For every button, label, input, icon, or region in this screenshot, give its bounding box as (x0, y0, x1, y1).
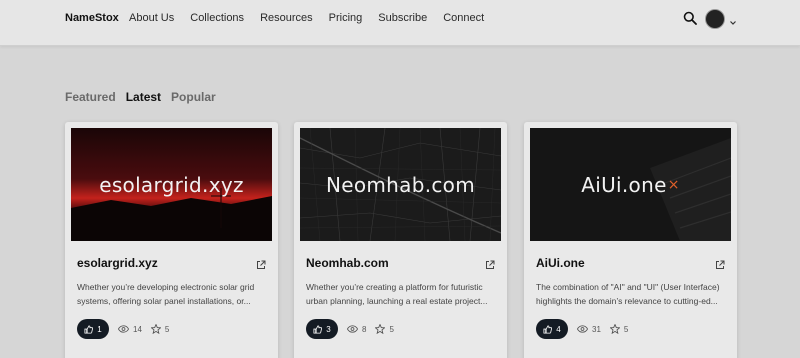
card-title[interactable]: Neomhab.com (306, 256, 389, 270)
external-link-icon[interactable] (256, 257, 266, 269)
card-footer: 3 8 5 (306, 319, 394, 339)
stars-count: 5 (623, 324, 629, 334)
card-image[interactable]: AiUi.one × (530, 128, 731, 241)
thumbs-up-icon (84, 324, 94, 334)
stars-count: 5 (389, 324, 394, 334)
top-navbar: NameStox About Us Collections Resources … (0, 0, 800, 46)
card-footer: 4 31 5 (536, 319, 628, 339)
nav-link-subscribe[interactable]: Subscribe (378, 12, 427, 24)
nav-link-connect[interactable]: Connect (443, 12, 484, 24)
like-button[interactable]: 1 (77, 319, 109, 339)
like-button[interactable]: 4 (536, 319, 568, 339)
external-link-icon[interactable] (715, 257, 725, 269)
eye-icon (577, 325, 588, 333)
like-count: 4 (556, 324, 561, 334)
like-count: 1 (97, 324, 102, 334)
views-stat: 31 (577, 325, 601, 334)
like-button[interactable]: 3 (306, 319, 338, 339)
domain-card[interactable]: AiUi.one × AiUi.one The combination of "A… (524, 122, 737, 358)
user-avatar[interactable] (705, 9, 725, 29)
external-link-icon[interactable] (485, 257, 495, 269)
domain-card[interactable]: esolargrid.xyz esolargrid.xyz Whether yo… (65, 122, 278, 358)
like-count: 3 (326, 324, 331, 334)
star-icon (150, 324, 161, 334)
views-stat: 8 (347, 325, 366, 334)
nav-link-about-us[interactable]: About Us (129, 12, 174, 24)
nav-link-pricing[interactable]: Pricing (329, 12, 363, 24)
tab-popular[interactable]: Popular (171, 90, 216, 104)
card-image[interactable]: Neomhab.com (300, 128, 501, 241)
views-count: 8 (362, 324, 367, 334)
card-image-text: esolargrid.xyz (99, 172, 244, 197)
views-count: 14 (133, 324, 142, 334)
accent-x-mark: × (667, 176, 680, 193)
card-description: The combination of "AI" and "UI" (User I… (536, 282, 720, 306)
card-description: Whether you’re developing electronic sol… (77, 282, 255, 306)
views-stat: 14 (118, 325, 142, 334)
brand-logo[interactable]: NameStox (65, 12, 119, 24)
stars-stat[interactable]: 5 (609, 324, 629, 334)
thumbs-up-icon (313, 324, 323, 334)
eye-icon (118, 325, 129, 333)
card-image-text: Neomhab.com (326, 172, 475, 197)
star-icon (609, 324, 620, 334)
card-description: Whether you’re creating a platform for f… (306, 282, 488, 306)
stars-stat[interactable]: 5 (375, 324, 394, 334)
card-footer: 1 14 5 (77, 319, 169, 339)
card-image-text: AiUi.one × (581, 172, 680, 197)
search-icon[interactable] (683, 11, 697, 25)
chevron-down-icon[interactable] (729, 14, 737, 25)
eye-icon (347, 325, 358, 333)
nav-link-resources[interactable]: Resources (260, 12, 313, 24)
stars-count: 5 (164, 324, 170, 334)
star-icon (375, 324, 386, 334)
card-image[interactable]: esolargrid.xyz (71, 128, 272, 241)
nav-links: About Us Collections Resources Pricing S… (129, 12, 500, 24)
views-count: 31 (592, 324, 601, 334)
domain-card[interactable]: Neomhab.com Neomhab.com Whether you’re c… (294, 122, 507, 358)
feed-tabs: Featured Latest Popular (65, 90, 226, 104)
card-title[interactable]: AiUi.one (536, 256, 585, 270)
thumbs-up-icon (543, 324, 553, 334)
tab-latest[interactable]: Latest (126, 90, 161, 104)
tab-featured[interactable]: Featured (65, 90, 116, 104)
nav-link-collections[interactable]: Collections (190, 12, 244, 24)
card-title[interactable]: esolargrid.xyz (77, 256, 158, 270)
stars-stat[interactable]: 5 (150, 324, 170, 334)
